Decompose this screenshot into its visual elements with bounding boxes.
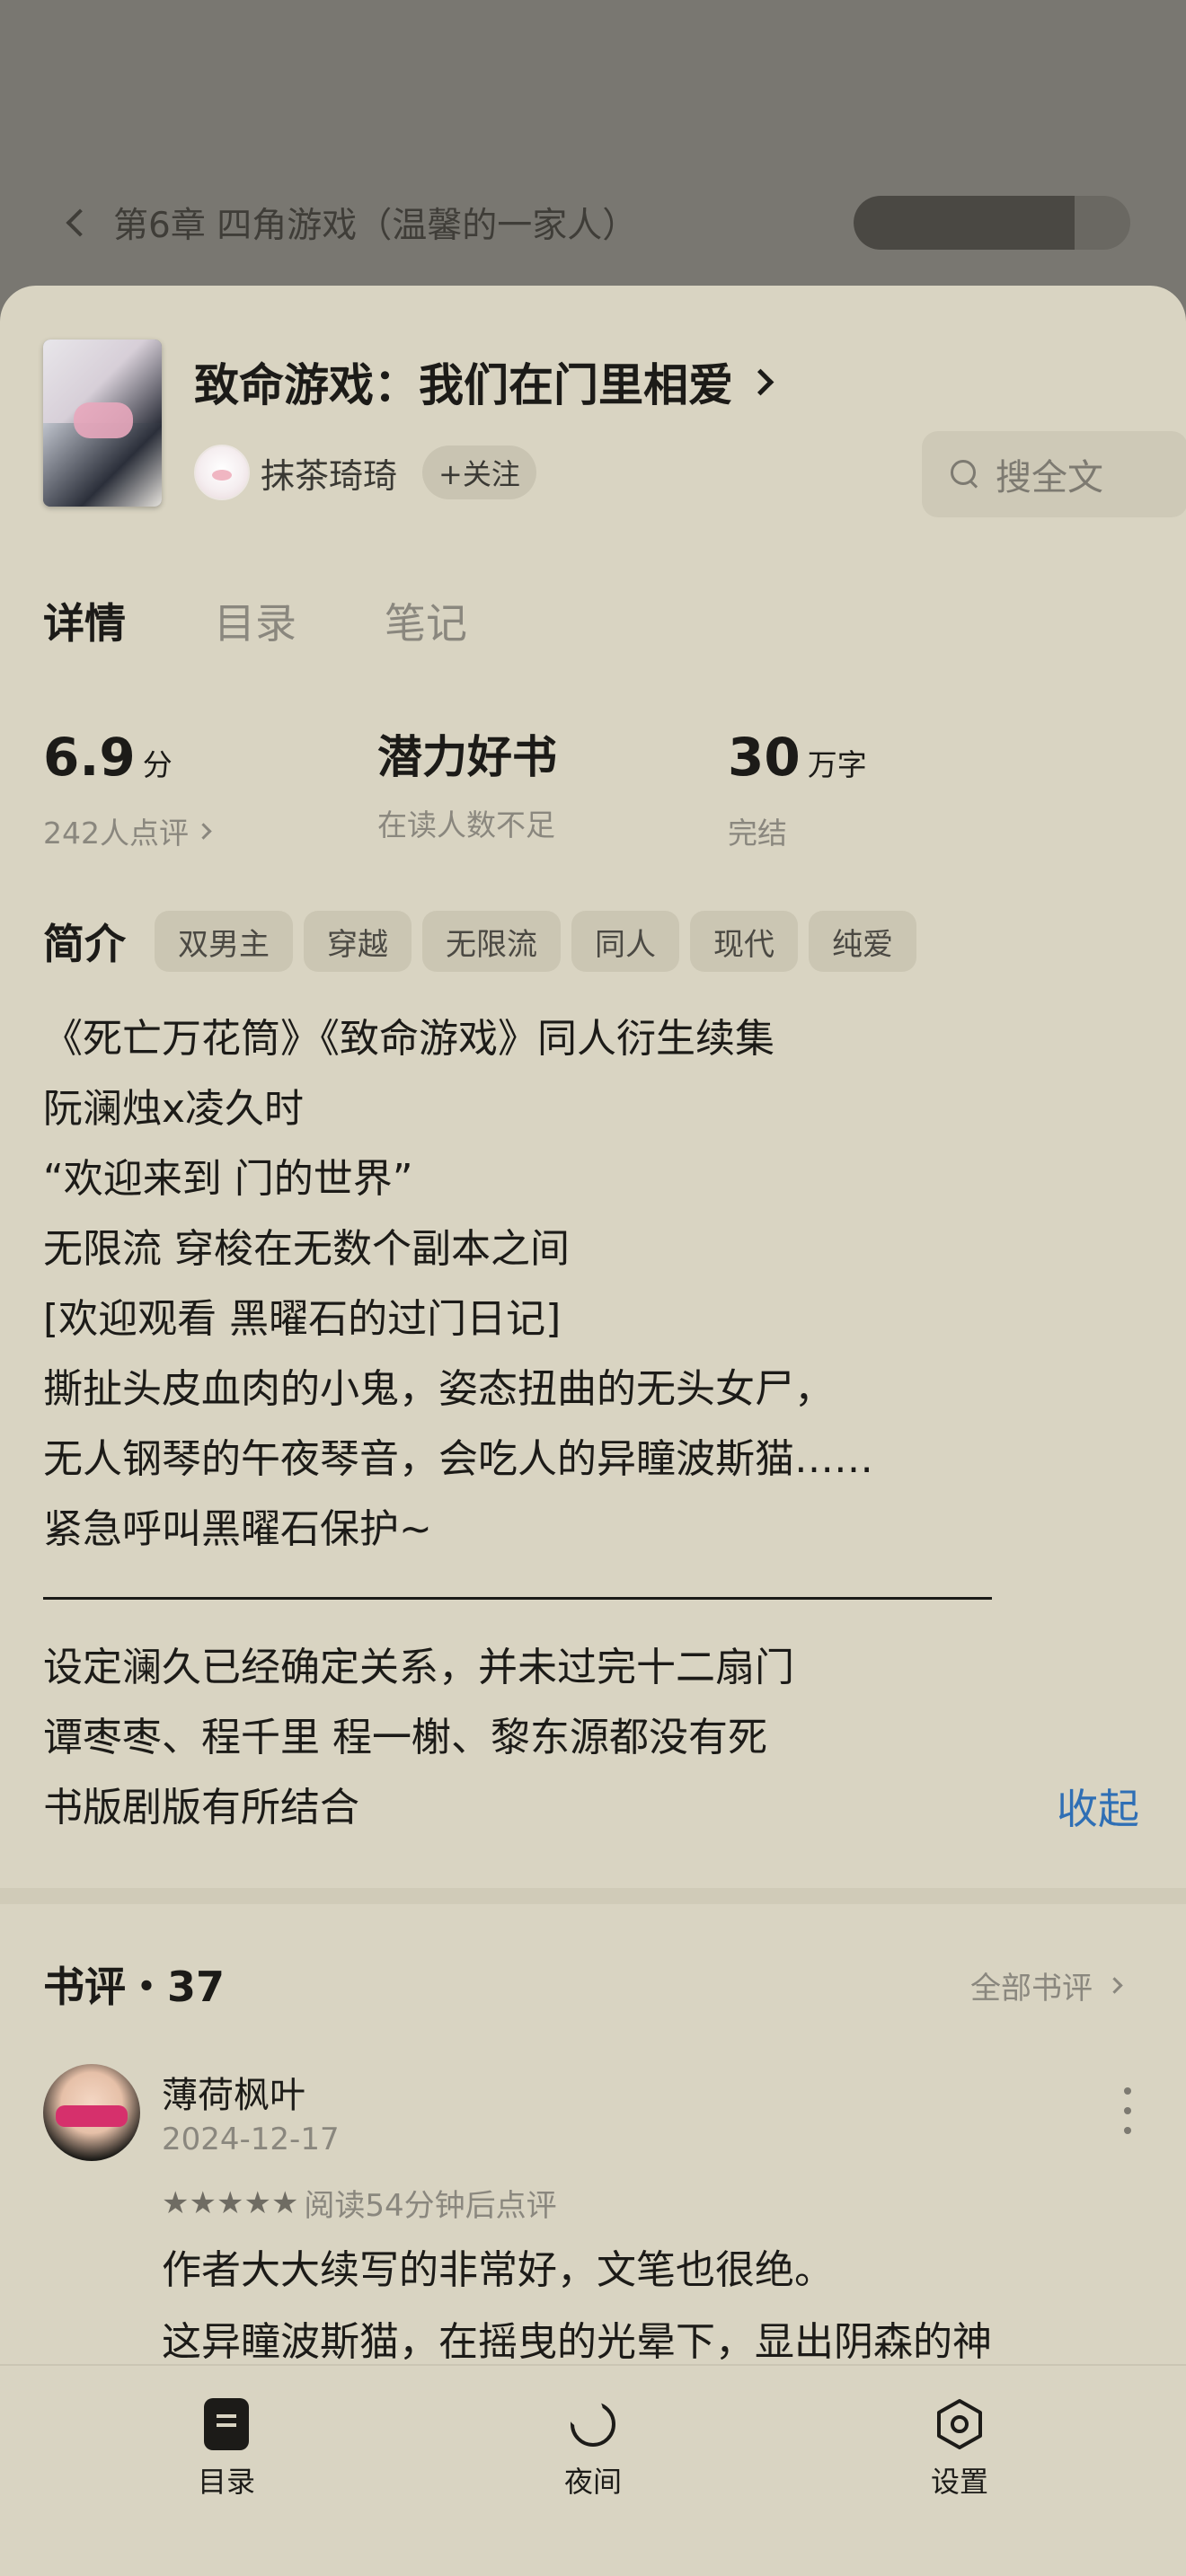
- star-icon: ★: [216, 2184, 244, 2221]
- toc-icon: [204, 2398, 249, 2450]
- tag[interactable]: 无限流: [422, 911, 561, 972]
- follow-button[interactable]: +关注: [422, 446, 536, 499]
- tag[interactable]: 双男主: [155, 911, 293, 972]
- star-icon: ★: [270, 2184, 299, 2221]
- all-reviews-label: 全部书评: [970, 1971, 1093, 2007]
- night-mode-button[interactable]: 夜间: [521, 2393, 665, 2501]
- intro-line: 紧急呼叫黑曜石保护~: [43, 1506, 432, 1552]
- reviewer-name[interactable]: 薄荷枫叶: [162, 2066, 305, 2118]
- author-row: 抹茶琦琦 +关注: [194, 444, 536, 501]
- rating-score: 6.9: [43, 727, 136, 788]
- author-name[interactable]: 抹茶琦琦: [261, 448, 397, 498]
- intro-line: [欢迎观看 黑曜石的过门日记]: [43, 1296, 562, 1342]
- review-date: 2024-12-17: [162, 2122, 340, 2157]
- night-label: 夜间: [563, 2465, 622, 2499]
- tag[interactable]: 纯爱: [809, 911, 916, 972]
- intro-header: 简介 双男主 穿越 无限流 同人 现代 纯爱: [43, 911, 916, 972]
- review-rating: ★★★★★ 阅读54分钟后点评: [162, 2181, 557, 2225]
- book-cover[interactable]: [43, 340, 162, 507]
- reviewer-avatar[interactable]: [43, 2064, 140, 2161]
- potential-label: 潜力好书: [377, 731, 557, 783]
- back-chevron-icon[interactable]: [66, 208, 94, 237]
- chapter-header[interactable]: 第6章 四角游戏（温馨的一家人）: [63, 196, 637, 250]
- star-icon: ★: [162, 2184, 190, 2221]
- intro-divider: [43, 1597, 992, 1600]
- word-count: 30: [728, 727, 801, 788]
- book-title-text: 致命游戏：我们在门里相爱: [194, 359, 733, 411]
- tab-details[interactable]: 详情: [43, 591, 126, 650]
- cover-decoration: [74, 402, 133, 438]
- intro-description: 《死亡万花筒》《致命游戏》同人衍生续集 阮澜烛x凌久时 “欢迎来到 门的世界” …: [43, 1004, 1148, 1565]
- search-label: 搜全文: [996, 457, 1103, 498]
- search-icon: [951, 460, 979, 489]
- more-options-icon[interactable]: [1123, 2087, 1132, 2134]
- word-unit: 万字: [807, 747, 867, 782]
- rating-unit: 分: [142, 747, 173, 782]
- intro-label: 简介: [43, 920, 126, 968]
- intro-line: 《死亡万花筒》《致命游戏》同人衍生续集: [43, 1016, 774, 1062]
- toc-button[interactable]: 目录: [155, 2398, 298, 2501]
- intro-line: 撕扯头皮血肉的小鬼，姿态扭曲的无头女尸，: [43, 1366, 834, 1412]
- star-rating: ★★★★★: [162, 2185, 298, 2221]
- settings-icon: [934, 2398, 986, 2450]
- intro-note-line: 设定澜久已经确定关系，并未过完十二扇门: [43, 1645, 794, 1690]
- book-stats: 6.9 分 242人点评 潜力好书 在读人数不足 30 万字 完结: [43, 726, 1148, 851]
- intro-note-line: 谭枣枣、程千里 程一榭、黎东源都没有死: [43, 1715, 767, 1760]
- settings-label: 设置: [930, 2465, 988, 2499]
- intro-note-line: 书版剧版有所结合: [43, 1785, 359, 1831]
- intro-line: 无人钢琴的午夜琴音，会吃人的异瞳波斯猫……: [43, 1436, 873, 1482]
- intro-notes: 设定澜久已经确定关系，并未过完十二扇门 谭枣枣、程千里 程一榭、黎东源都没有死 …: [43, 1633, 1148, 1843]
- reader-backdrop: 第6章 四角游戏（温馨的一家人）: [0, 0, 1186, 287]
- potential-stat: 潜力好书 在读人数不足: [377, 726, 557, 844]
- tag[interactable]: 同人: [571, 911, 679, 972]
- book-status: 完结: [728, 816, 787, 851]
- star-icon: ★: [189, 2184, 217, 2221]
- intro-line: 阮澜烛x凌久时: [43, 1086, 305, 1132]
- chapter-title: 第6章 四角游戏（温馨的一家人）: [113, 206, 638, 246]
- tag[interactable]: 现代: [690, 911, 798, 972]
- avatar-glasses: [56, 2105, 128, 2127]
- review-line: 作者大大续写的非常好，文笔也很绝。: [162, 2247, 834, 2293]
- rating-count: 242人点评: [43, 816, 189, 851]
- tab-contents[interactable]: 目录: [214, 591, 296, 650]
- reviews-title: 书评・37: [43, 1963, 226, 2011]
- book-title[interactable]: 致命游戏：我们在门里相爱: [194, 350, 774, 413]
- book-detail-sheet: 致命游戏：我们在门里相爱 抹茶琦琦 +关注 搜全文 详情 目录 笔记 6.9 分 …: [0, 286, 1186, 2576]
- tab-notes[interactable]: 笔记: [385, 591, 467, 650]
- chevron-right-icon: [195, 822, 212, 840]
- moon-icon: [567, 2393, 619, 2450]
- word-count-stat: 30 万字 完结: [728, 726, 867, 852]
- intro-line: “欢迎来到 门的世界”: [43, 1156, 413, 1202]
- section-separator: [0, 1888, 1186, 1904]
- chevron-right-icon: [747, 368, 774, 395]
- star-icon: ★: [243, 2184, 271, 2221]
- tag[interactable]: 穿越: [304, 911, 412, 972]
- author-avatar[interactable]: [194, 445, 250, 500]
- bottom-toolbar: 目录 夜间 设置: [0, 2364, 1186, 2576]
- review-meta: 阅读54分钟后点评: [304, 2188, 557, 2224]
- intro-line: 无限流 穿梭在无数个副本之间: [43, 1226, 570, 1272]
- detail-tabs: 详情 目录 笔记: [43, 591, 467, 650]
- chevron-right-icon: [1106, 1977, 1123, 1994]
- collapse-button[interactable]: 收起: [1057, 1777, 1139, 1836]
- rating-stat[interactable]: 6.9 分 242人点评: [43, 726, 212, 852]
- reading-progress-bar[interactable]: [854, 196, 1130, 250]
- review-text[interactable]: 作者大大续写的非常好，文笔也很绝。 这异瞳波斯猫，在摇曳的光晕下，显出阴森的神: [162, 2235, 1150, 2378]
- all-reviews-link[interactable]: 全部书评: [970, 1963, 1123, 2007]
- search-fulltext-button[interactable]: 搜全文: [922, 431, 1186, 517]
- potential-sub: 在读人数不足: [377, 807, 555, 842]
- reading-progress-fill: [854, 196, 1075, 250]
- toc-label: 目录: [197, 2465, 255, 2499]
- settings-button[interactable]: 设置: [888, 2398, 1031, 2501]
